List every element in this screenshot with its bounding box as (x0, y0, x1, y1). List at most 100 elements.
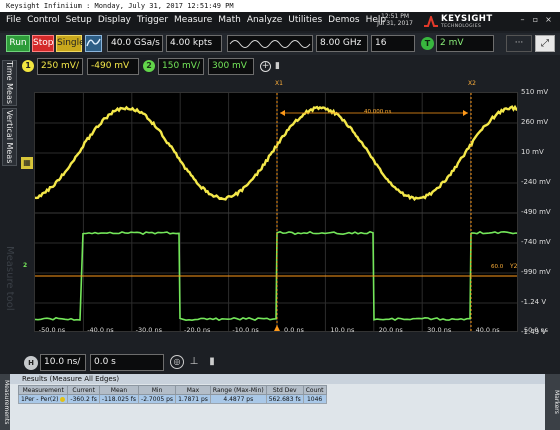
window-title: Keysight Infiniium : Monday, July 31, 20… (0, 0, 560, 12)
table-cell: -2.7005 ps (139, 395, 176, 404)
tab-time-meas[interactable]: Time Meas (2, 60, 17, 106)
cell-value: 1.7871 ps (178, 396, 208, 403)
brand-name: KEYSIGHT (441, 14, 493, 24)
channel-2-badge[interactable]: 2 (143, 60, 155, 72)
menu-item-trigger[interactable]: Trigger (137, 15, 168, 25)
sample-rate-field[interactable]: 40.0 GSa/s (107, 35, 163, 52)
marker-y2-label[interactable]: Y2 (510, 263, 517, 270)
menu-item-display[interactable]: Display (98, 15, 131, 25)
expand-button[interactable]: ⤢ (535, 35, 555, 52)
x-tick-label: -10.0 ns (224, 326, 268, 334)
column-header[interactable]: Min (139, 386, 176, 395)
column-header[interactable]: Measurement (19, 386, 68, 395)
waveform-icon (228, 36, 312, 51)
waveform-display[interactable] (34, 92, 518, 332)
memory-depth-field[interactable]: 4.00 kpts (166, 35, 222, 52)
cell-value: 4.4877 ps (223, 396, 253, 403)
menu: File Control Setup Display Trigger Measure Mat… (6, 15, 386, 25)
channel-bar: 1 250 mV/ -490 mV 2 150 mV/ 300 mV + ▮ (20, 56, 560, 78)
autoscale-button[interactable] (85, 35, 102, 52)
x-tick-label: -20.0 ns (175, 326, 219, 334)
trigger-position-icon[interactable]: ⊥ (187, 355, 201, 369)
cell-value: 562.683 fs (269, 396, 301, 403)
channel-2-scale-field[interactable]: 150 mV/ (158, 58, 204, 75)
zoom-icon[interactable]: ◎ (170, 355, 184, 369)
menu-item-demos[interactable]: Demos (328, 15, 359, 25)
single-button[interactable]: Single (56, 35, 82, 52)
channel-1-badge[interactable]: 1 (22, 60, 34, 72)
horizontal-bar: H 10.0 ns/ 0.0 s ◎ ⊥ ▮ (0, 352, 560, 374)
tab-measurements[interactable]: Measurements (0, 374, 10, 430)
trigger-level-tag: 60.0 (491, 264, 503, 270)
channel-1-scale-field[interactable]: 250 mV/ (37, 58, 83, 75)
minimize-icon[interactable]: – (518, 15, 527, 24)
menu-item-setup[interactable]: Setup (66, 15, 92, 25)
column-header[interactable]: Count (303, 386, 326, 395)
column-header[interactable]: Mean (99, 386, 138, 395)
restore-icon[interactable]: ▫ (531, 15, 540, 24)
bookmark-icon[interactable]: ▮ (275, 60, 284, 73)
close-icon[interactable]: × (544, 15, 553, 24)
trigger-level-field[interactable]: 2 mV (436, 35, 494, 52)
column-header[interactable]: Std Dev (266, 386, 303, 395)
clock-time: 12:51 PM (372, 13, 418, 20)
cell-value: -360.2 fs (70, 396, 97, 403)
keysight-wave-icon (424, 16, 438, 28)
marker-x1-label[interactable]: X1 (275, 80, 283, 87)
stop-button[interactable]: Stop (32, 35, 54, 52)
menu-item-utilities[interactable]: Utilities (288, 15, 322, 25)
table-row[interactable]: 1Per - Per(2) -360.2 fs -118.025 fs -2.7005… (19, 395, 327, 404)
marker-delta-label: 40.000 ns (364, 109, 391, 115)
results-header: Results (Measure All Edges) (0, 374, 545, 384)
menu-item-measure[interactable]: Measure (174, 15, 212, 25)
column-header[interactable]: Max (176, 386, 211, 395)
acquisition-mode-button[interactable] (227, 35, 313, 52)
measurements-table: Measurement Current Mean Min Max Range (Max-M… (18, 385, 327, 404)
menu-bar: File Control Setup Display Trigger Measure Mat… (0, 12, 560, 31)
table-cell: 1.7871 ps (176, 395, 211, 404)
y-tick-label: -1.24 V (521, 298, 559, 306)
column-header[interactable]: Range (Max-Min) (210, 386, 266, 395)
table-cell: -118.025 fs (99, 395, 138, 404)
marker-x2-label[interactable]: X2 (468, 80, 476, 87)
x-tick-label: 10.0 ns (320, 326, 364, 334)
x-tick-label: 30.0 ns (417, 326, 461, 334)
y-tick-label: 510 mV (521, 88, 559, 96)
channel-2-ground-marker[interactable]: 2 (23, 262, 27, 269)
cell-value: 1Per - Per(2) (21, 396, 58, 403)
menu-item-analyze[interactable]: Analyze (247, 15, 282, 25)
add-channel-icon[interactable]: + (260, 61, 271, 72)
averages-field[interactable]: 16 (371, 35, 415, 52)
horizontal-badge[interactable]: H (24, 356, 38, 370)
cell-value: -2.7005 ps (141, 396, 173, 403)
bookmark-icon-2[interactable]: ▮ (205, 355, 219, 369)
keysight-logo: KEYSIGHT TECHNOLOGIES (424, 14, 493, 29)
channel-1-offset-field[interactable]: -490 mV (87, 58, 139, 75)
menu-item-file[interactable]: File (6, 15, 21, 25)
y-tick-label: -490 mV (521, 208, 559, 216)
table-cell: 1Per - Per(2) (19, 395, 68, 404)
cell-value: 1046 (307, 396, 322, 403)
menu-item-math[interactable]: Math (218, 15, 241, 25)
tab-vertical-meas[interactable]: Vertical Meas (2, 108, 17, 166)
column-header[interactable]: Current (68, 386, 100, 395)
x-tick-label: -50.0 ns (30, 326, 74, 334)
run-button[interactable]: Run (6, 35, 30, 52)
bandwidth-field[interactable]: 8.00 GHz (316, 35, 368, 52)
table-cell: 562.683 fs (266, 395, 303, 404)
y-tick-label: 260 mV (521, 118, 559, 126)
autoscale-icon (86, 36, 101, 49)
horizontal-position-field[interactable]: 0.0 s (90, 354, 164, 371)
clock: 12:51 PM Jul 31, 2017 (372, 13, 418, 27)
delta-arrow-left-icon (280, 110, 285, 116)
horizontal-scale-field[interactable]: 10.0 ns/ (40, 354, 86, 371)
tab-markers[interactable]: Markers (545, 374, 560, 430)
x-tick-label: 50.0 ns (514, 326, 558, 334)
scope-app: File Control Setup Display Trigger Measure Mat… (0, 12, 560, 430)
menu-item-control[interactable]: Control (27, 15, 60, 25)
tab-measure-tool[interactable]: Measure tool (2, 218, 17, 338)
trigger-badge[interactable]: T (421, 37, 434, 50)
channel-2-offset-field[interactable]: 300 mV (208, 58, 254, 75)
measurement-icon[interactable]: ▦ (21, 157, 33, 169)
more-button[interactable]: ··· (506, 35, 532, 52)
